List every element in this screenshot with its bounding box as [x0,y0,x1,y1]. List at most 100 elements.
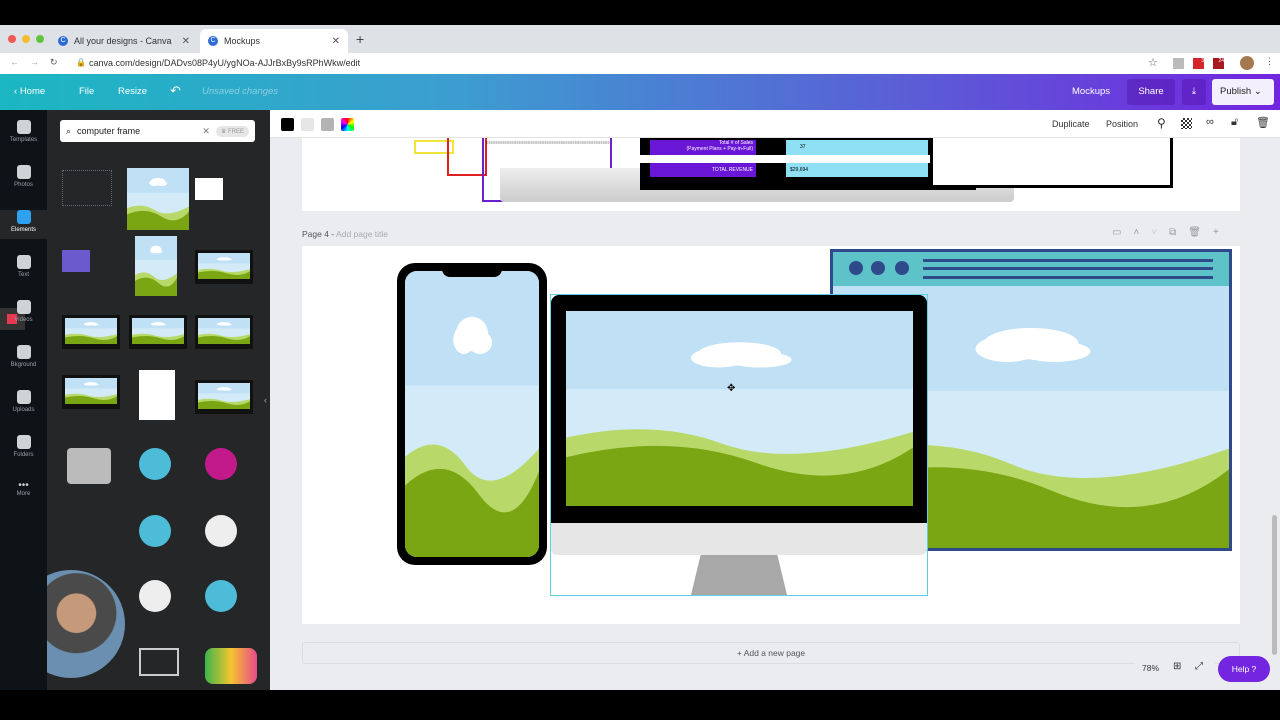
result-thumbnail[interactable] [139,580,171,612]
result-thumbnail[interactable] [205,580,237,612]
color-swatch-black[interactable] [281,118,294,131]
rail-photos[interactable]: Photos [0,165,47,188]
link-icon[interactable]: ∞ [1206,116,1214,128]
browser-mockup-toolbar [833,252,1229,286]
result-thumbnail[interactable] [139,448,171,480]
maximize-window-button[interactable] [36,35,44,43]
extension-badge-icon[interactable]: 3 [1193,58,1204,69]
result-thumbnail[interactable] [139,648,179,676]
minimize-window-button[interactable] [22,35,30,43]
clear-search-icon[interactable]: ✕ [202,126,210,137]
page-title-input[interactable]: Add page title [336,229,388,239]
result-thumbnail[interactable] [67,448,111,484]
result-thumbnail[interactable] [62,250,90,272]
rail-text[interactable]: Text [0,255,47,278]
search-input[interactable]: ⌕ computer frame ✕ ♛ FREE [60,120,255,142]
rail-label: More [16,491,31,497]
home-button[interactable]: ‹ Home [14,86,45,97]
rail-more[interactable]: ••• More [0,480,47,497]
download-icon[interactable]: ⤓ [1182,79,1206,105]
rail-templates[interactable]: Templates [0,120,47,143]
bookmark-star-icon[interactable]: ☆ [1148,56,1158,69]
paint-roller-icon[interactable]: ⚲ [1157,116,1166,130]
mockup-dot-icon [895,261,909,275]
undo-icon[interactable]: ↶ [170,83,181,99]
free-filter-badge[interactable]: ♛ FREE [215,125,249,137]
result-thumbnail[interactable] [195,380,253,419]
browser-menu-icon[interactable]: ⋮ [1265,56,1274,67]
move-up-icon[interactable]: ˄ [1133,227,1139,238]
lock-icon[interactable]: 🔓︎ [1231,116,1238,129]
canvas-scrollbar[interactable] [1272,515,1277,655]
text-icon [16,255,31,269]
color-swatch-gray[interactable] [321,118,334,131]
close-window-button[interactable] [8,35,16,43]
result-thumbnail[interactable] [195,315,253,354]
result-thumbnail[interactable] [195,178,223,200]
result-thumbnail[interactable] [135,236,177,301]
desktop-monitor-mockup[interactable]: ✥ [550,294,928,596]
position-button[interactable]: Position [1106,119,1138,129]
result-thumbnail[interactable] [205,515,237,547]
new-tab-button[interactable]: + [356,31,364,47]
elements-icon [16,210,31,224]
profile-avatar[interactable] [1240,56,1254,70]
result-thumbnail[interactable] [129,315,187,354]
collapse-panel-icon[interactable]: ‹ [264,395,267,405]
extension-icon[interactable] [1173,58,1184,69]
result-thumbnail[interactable] [127,168,189,235]
add-new-page-button[interactable]: + Add a new page [302,642,1240,664]
fullscreen-icon[interactable]: ⤢ [1195,661,1203,672]
extension-badge-icon[interactable]: 24 [1213,58,1224,69]
tab-mockups[interactable]: C Mockups ✕ [200,29,348,53]
rail-label: Text [17,272,29,278]
copy-page-icon[interactable]: ⧉ [1169,227,1176,238]
tab-label: Mockups [224,36,261,46]
back-icon[interactable]: ← [10,57,19,67]
help-button[interactable]: Help ? [1218,656,1270,682]
file-menu-button[interactable]: File [79,86,94,97]
delete-page-icon[interactable]: 🗑︎ [1188,227,1201,238]
elements-panel: ⌕ computer frame ✕ ♛ FREE ‹ [47,110,270,690]
resize-button[interactable]: Resize [118,86,147,97]
revenue-label: TOTAL REVENUE [650,163,756,177]
color-swatch-light-gray[interactable] [301,118,314,131]
transparency-icon[interactable] [1181,118,1192,129]
sales-sublabel: (Payment Plans + Pay-in-Full) [686,146,753,152]
close-tab-icon[interactable]: ✕ [332,36,340,47]
add-page-icon[interactable]: + [1213,227,1219,238]
design-name[interactable]: Mockups [1072,86,1110,97]
result-thumbnail[interactable] [205,648,257,684]
free-label: FREE [227,128,244,135]
publish-button[interactable]: Publish ⌄ [1212,79,1274,105]
grid-view-icon[interactable]: ⊞ [1173,661,1181,672]
result-thumbnail[interactable] [62,170,112,206]
result-thumbnail[interactable] [62,315,120,354]
result-thumbnail[interactable] [195,250,253,289]
notes-icon[interactable]: ▭ [1112,227,1121,238]
move-down-icon[interactable]: ˅ [1151,227,1157,238]
close-tab-icon[interactable]: ✕ [182,36,190,47]
color-picker-rainbow[interactable] [341,118,354,131]
phone-mockup[interactable] [397,263,547,565]
zoom-level[interactable]: 78% [1142,663,1159,673]
rail-videos[interactable]: Videos [0,300,47,323]
rail-uploads[interactable]: Uploads [0,390,47,413]
rail-label: Videos [14,317,33,323]
result-thumbnail[interactable] [62,375,120,414]
url-input[interactable]: canva.com/design/DADvs08P4yU/ygNOa-AJJrB… [89,58,360,68]
reload-icon[interactable]: ↻ [50,57,58,68]
trash-icon[interactable]: 🗑︎ [1256,116,1270,129]
result-thumbnail[interactable] [139,370,175,420]
context-toolbar: Duplicate Position ⚲ ∞ 🔓︎ 🗑︎ [270,110,1280,138]
rail-elements[interactable]: Elements [0,210,47,239]
page-3: ≡≡≡≡≡≡≡≡≡≡≡≡≡≡≡≡≡≡≡≡≡≡≡≡≡≡≡≡≡≡≡≡≡≡≡≡≡≡≡≡… [302,138,1240,211]
result-thumbnail[interactable] [139,515,171,547]
result-thumbnail[interactable] [205,448,237,480]
tab-all-designs[interactable]: C All your designs - Canva ✕ [50,29,198,53]
duplicate-button[interactable]: Duplicate [1052,119,1090,129]
rail-folders[interactable]: Folders [0,435,47,458]
forward-icon[interactable]: → [30,57,39,67]
rail-background[interactable]: Bkground [0,345,47,368]
share-button[interactable]: Share [1127,79,1175,105]
